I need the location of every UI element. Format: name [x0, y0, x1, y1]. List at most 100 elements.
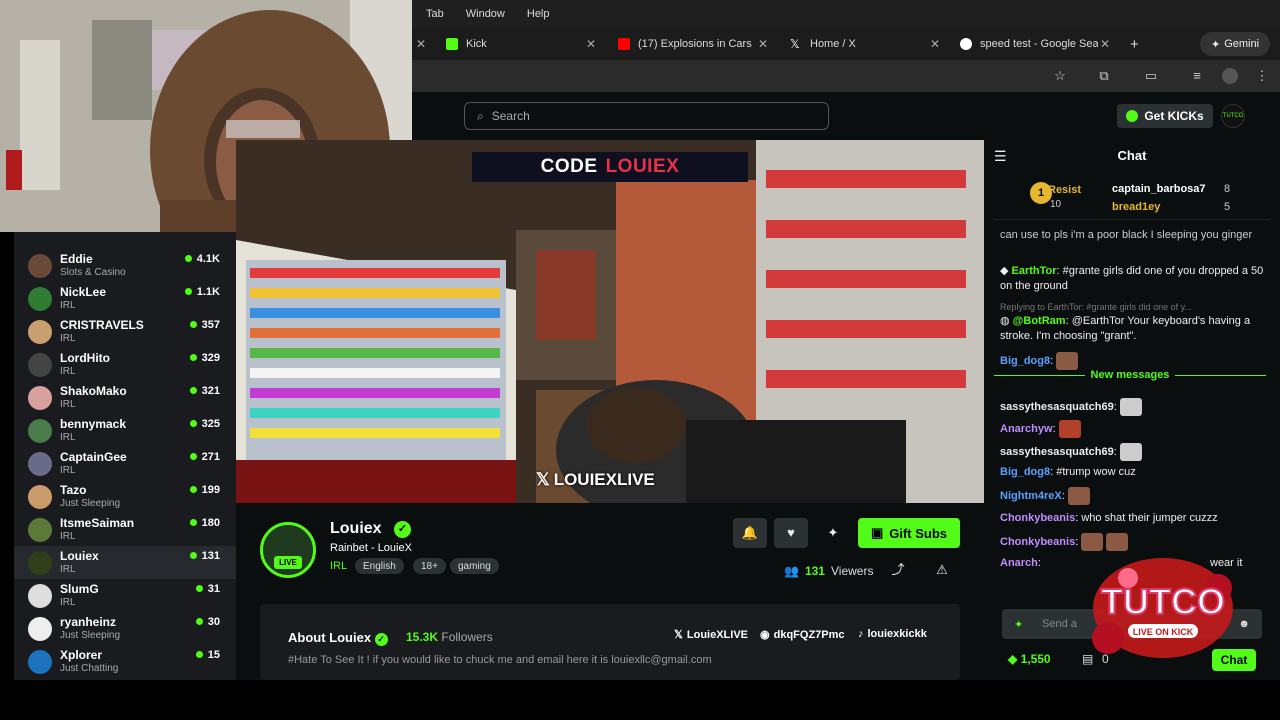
about-title: About Louiex ✓ — [288, 630, 388, 646]
social-x-link[interactable]: 𝕏 LouieXLIVE — [674, 628, 748, 642]
chat-message: sassythesasquatch69: — [1000, 443, 1268, 461]
get-kicks-button[interactable]: Get KICKs — [1117, 104, 1213, 128]
tab-close-icon[interactable]: ✕ — [930, 37, 940, 51]
sidebar-channel-slumg[interactable]: SlumG IRL 31 — [14, 579, 236, 612]
chat-message: Big_dog8: — [1000, 352, 1268, 370]
emote-icon — [1058, 420, 1081, 438]
live-dot-icon — [184, 288, 192, 295]
channel-viewers: 321 — [189, 385, 220, 397]
channel-viewers: 15 — [195, 649, 220, 661]
live-dot-icon — [189, 519, 197, 526]
channel-category: IRL — [60, 300, 76, 311]
share-icon[interactable]: ⤴ — [886, 560, 910, 580]
stream-title: Rainbet - LouieX — [330, 542, 412, 554]
streamer-name[interactable]: Louiex — [330, 520, 382, 538]
tag-gaming[interactable]: gaming — [450, 558, 499, 574]
channel-avatar — [28, 386, 52, 410]
chat-title: Chat — [1117, 148, 1147, 163]
channel-category: Just Chatting — [60, 663, 119, 674]
live-dot-icon — [189, 387, 197, 394]
tab-close-icon[interactable]: ✕ — [758, 37, 768, 51]
tiktok-icon: ♪ — [858, 628, 864, 640]
more-menu-icon[interactable]: ⋮ — [1254, 68, 1270, 84]
streamer-avatar[interactable] — [260, 522, 316, 578]
browser-tabbar: ✕ Kick ✕ (17) Explosions in Cars ✕ 𝕏 Hom… — [412, 28, 1280, 60]
tab-close-icon[interactable]: ✕ — [416, 32, 430, 56]
emote-icon — [1067, 487, 1090, 505]
video-player[interactable]: CODE LOUIEX 𝕏 LOUIEXLIVE — [236, 140, 984, 503]
bot-badge-icon: ◍ — [1000, 315, 1013, 327]
gift-subs-button[interactable]: ▣ Gift Subs — [858, 518, 960, 548]
sidebar-channel-captaingee[interactable]: CaptainGee IRL 271 — [14, 447, 236, 480]
sidebar-channel-tazo[interactable]: Tazo Just Sleeping 199 — [14, 480, 236, 513]
tab-x[interactable]: 𝕏 Home / X ✕ — [790, 32, 940, 56]
tag-english[interactable]: English — [355, 558, 404, 574]
sidebar-channel-xplorer[interactable]: Xplorer Just Chatting 15 — [14, 645, 236, 678]
channel-points[interactable]: ◆ 1,550 — [1008, 652, 1051, 666]
x-logo-icon: 𝕏 — [674, 629, 683, 641]
tab-google[interactable]: speed test - Google Search ✕ — [960, 32, 1110, 56]
sparkle-icon[interactable]: ✦ — [816, 518, 850, 548]
channel-viewers: 31 — [195, 583, 220, 595]
live-dot-icon — [189, 486, 197, 493]
social-tiktok-link[interactable]: ♪ louiexkickk — [858, 628, 927, 640]
sparkle-icon: ✦ — [1210, 38, 1221, 51]
sidebar-channel-itsmesaiman[interactable]: ItsmeSaiman IRL 180 — [14, 513, 236, 546]
channel-viewers: 180 — [189, 517, 220, 529]
channel-name: ryanheinz — [60, 615, 117, 629]
sidebar-channel-shakomako[interactable]: ShakoMako IRL 321 — [14, 381, 236, 414]
tag-18plus[interactable]: 18+ — [413, 558, 446, 574]
stream-category[interactable]: IRL — [330, 560, 347, 572]
media-icon[interactable]: ≡ — [1189, 68, 1205, 84]
sidebar-channel-ryanheinz[interactable]: ryanheinz Just Sleeping 30 — [14, 612, 236, 645]
sidebar-channel-bennymack[interactable]: bennymack IRL 325 — [14, 414, 236, 447]
menu-tab[interactable]: Tab — [426, 8, 444, 20]
new-messages-divider[interactable]: New messages — [994, 369, 1266, 391]
leader-3-count: 5 — [1224, 201, 1231, 213]
sidebar-channel-louiex[interactable]: Louiex IRL 131 — [14, 546, 236, 579]
live-badge: LIVE — [274, 556, 302, 569]
channel-category: IRL — [60, 399, 76, 410]
social-discord-link[interactable]: ◉ dkqFQZ7Pmc — [760, 628, 845, 642]
search-input[interactable]: ⌕ Search — [464, 102, 829, 130]
kick-favicon-icon — [446, 38, 458, 50]
tab-youtube[interactable]: (17) Explosions in Cars ✕ — [618, 32, 768, 56]
channel-category: IRL — [60, 465, 76, 476]
channel-name: CaptainGee — [60, 450, 127, 464]
sidebar-channel-cristravels[interactable]: CRISTRAVELS IRL 357 — [14, 315, 236, 348]
gift-leaderboard: 1 Resist 10 captain_barbosa7 8 bread1ey … — [994, 176, 1270, 220]
channel-category: IRL — [60, 531, 76, 542]
channel-name: ShakoMako — [60, 384, 127, 398]
report-warning-icon[interactable]: ⚠ — [930, 560, 954, 580]
sidebar-channel-lordhito[interactable]: LordHito IRL 329 — [14, 348, 236, 381]
leader-count: 10 — [1050, 199, 1062, 210]
sidebar-channel-nicklee[interactable]: NickLee IRL 1.1K — [14, 282, 236, 315]
viewers-icon: 👥 — [784, 564, 799, 578]
sidebar-channel-eddie[interactable]: Eddie Slots & Casino 4.1K — [14, 249, 236, 282]
channel-name: CRISTRAVELS — [60, 318, 144, 332]
profile-avatar[interactable] — [1222, 68, 1238, 84]
channel-avatar — [28, 584, 52, 608]
tab-kick[interactable]: Kick ✕ — [446, 32, 596, 56]
leader-3-name: bread1ey — [1112, 201, 1161, 213]
notification-bell-icon[interactable]: 🔔 — [733, 518, 767, 548]
tab-close-icon[interactable]: ✕ — [1100, 37, 1110, 51]
menu-help[interactable]: Help — [527, 8, 550, 20]
extensions-icon[interactable]: ⧉ — [1096, 68, 1112, 84]
follow-heart-icon[interactable]: ♥ — [774, 518, 808, 548]
new-tab-button[interactable]: + — [1130, 32, 1139, 56]
channel-viewers: 4.1K — [184, 253, 220, 265]
bookmark-star-icon[interactable]: ☆ — [1052, 68, 1068, 84]
cast-icon[interactable]: ▭ — [1143, 68, 1159, 84]
overlay-sub: LIVE ON KICK — [1133, 627, 1194, 637]
emoji-icon[interactable]: ☻ — [1238, 618, 1250, 630]
channel-category: Just Sleeping — [60, 498, 121, 509]
live-dot-icon — [195, 618, 203, 625]
chat-message: can use to pls i'm a poor black I sleepi… — [1000, 229, 1253, 241]
menu-window[interactable]: Window — [466, 8, 505, 20]
channel-category: IRL — [60, 597, 76, 608]
emote-icon — [1119, 398, 1142, 416]
tab-close-icon[interactable]: ✕ — [586, 37, 596, 51]
user-avatar[interactable]: TUTCO — [1221, 104, 1245, 128]
gemini-button[interactable]: ✦ Gemini — [1200, 32, 1270, 56]
